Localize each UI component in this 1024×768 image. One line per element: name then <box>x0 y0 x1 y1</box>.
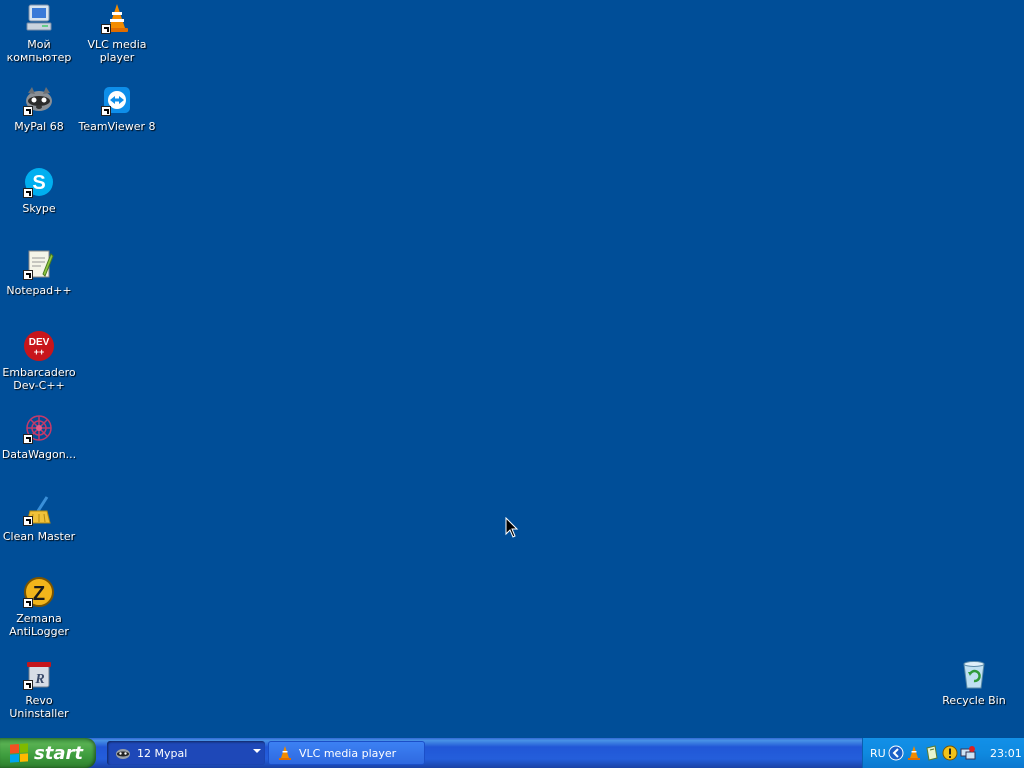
devcpp-icon: DEV ++ <box>23 330 55 362</box>
shortcut-arrow-icon <box>23 106 33 116</box>
vlc-tray-icon[interactable] <box>906 745 922 761</box>
shortcut-arrow-icon <box>23 598 33 608</box>
recycle-bin-icon <box>958 658 990 690</box>
desktop-icon-notepadpp[interactable]: Notepad++ <box>0 248 79 297</box>
revo-letter: R <box>34 672 44 687</box>
document-tray-icon[interactable] <box>924 745 940 761</box>
zemana-icon: Z <box>23 576 55 608</box>
desktop-icon-label: DataWagon... <box>1 448 77 461</box>
shortcut-arrow-icon <box>23 270 33 280</box>
desktop-icon-clean-master[interactable]: Clean Master <box>0 494 79 543</box>
language-indicator[interactable]: RU <box>870 747 886 760</box>
vlc-cone-icon <box>101 2 133 34</box>
back-arrow-icon[interactable] <box>888 745 904 761</box>
desktop-icon-label: Zemana AntiLogger <box>9 612 69 638</box>
desktop-icon-label: TeamViewer 8 <box>78 120 156 133</box>
skype-letter: S <box>32 172 45 194</box>
desktop-icon-label: Recycle Bin <box>942 694 1006 707</box>
svg-text:++: ++ <box>34 347 45 357</box>
desktop-icon-label: Notepad++ <box>6 284 72 297</box>
desktop-icon-label: Revo Uninstaller <box>9 694 69 720</box>
desktop-icon-mypal[interactable]: MyPal 68 <box>0 84 79 133</box>
skype-icon: S <box>23 166 55 198</box>
taskbar-button-vlc[interactable]: VLC media player <box>268 741 425 765</box>
system-tray: RU 23:01 <box>862 738 1024 768</box>
taskbar-button-mypal[interactable]: 12 Mypal <box>107 741 265 765</box>
desktop-icon-teamviewer[interactable]: TeamViewer 8 <box>77 84 157 133</box>
start-button[interactable]: start <box>0 738 96 768</box>
desktop-icon-label: Embarcadero Dev-C++ <box>2 366 76 392</box>
taskbar-button-label: VLC media player <box>299 746 397 760</box>
revo-uninstaller-icon: R <box>23 658 55 690</box>
desktop-icon-label: MyPal 68 <box>14 120 64 133</box>
raccoon-icon <box>23 84 55 116</box>
network-tray-icon[interactable] <box>960 745 976 761</box>
broom-icon <box>23 494 55 526</box>
shortcut-arrow-icon <box>101 106 111 116</box>
desktop-icon-recycle-bin[interactable]: Recycle Bin <box>934 658 1014 707</box>
mouse-pointer-icon <box>505 516 519 543</box>
taskbar: start 12 Mypal VLC media player RU 23:01 <box>0 738 1024 768</box>
notepadpp-icon <box>23 248 55 280</box>
shortcut-arrow-icon <box>23 680 33 690</box>
desktop-icon-label: Skype <box>22 202 56 215</box>
computer-icon <box>23 2 55 34</box>
desktop-icon-datawagon[interactable]: DataWagon... <box>0 412 79 461</box>
desktop-icon-label: VLC media player <box>87 38 147 64</box>
start-label: start <box>34 742 83 764</box>
desktop-icon-skype[interactable]: S Skype <box>0 166 79 215</box>
taskbar-button-label: 12 Mypal <box>137 746 188 760</box>
zemana-letter: Z <box>33 583 45 605</box>
teamviewer-icon <box>101 84 133 116</box>
windows-flag-icon <box>10 743 28 763</box>
desktop-icon-my-computer[interactable]: Мой компьютер <box>0 2 79 64</box>
desktop-icon-devcpp[interactable]: DEV ++ Embarcadero Dev-C++ <box>0 330 79 392</box>
mypal-icon <box>115 745 131 761</box>
shortcut-arrow-icon <box>23 188 33 198</box>
warning-tray-icon[interactable] <box>942 745 958 761</box>
desktop-icon-zemana[interactable]: Z Zemana AntiLogger <box>0 576 79 638</box>
desktop-icon-vlc[interactable]: VLC media player <box>77 2 157 64</box>
desktop-icon-label: Мой компьютер <box>6 38 72 64</box>
desktop-icon-revo[interactable]: R Revo Uninstaller <box>0 658 79 720</box>
vlc-icon <box>277 745 293 761</box>
shortcut-arrow-icon <box>23 516 33 526</box>
clock[interactable]: 23:01 <box>990 747 1022 760</box>
datawagon-icon <box>23 412 55 444</box>
shortcut-arrow-icon <box>101 24 111 34</box>
chevron-down-icon <box>253 749 261 753</box>
desktop-icon-label: Clean Master <box>2 530 76 543</box>
shortcut-arrow-icon <box>23 434 33 444</box>
